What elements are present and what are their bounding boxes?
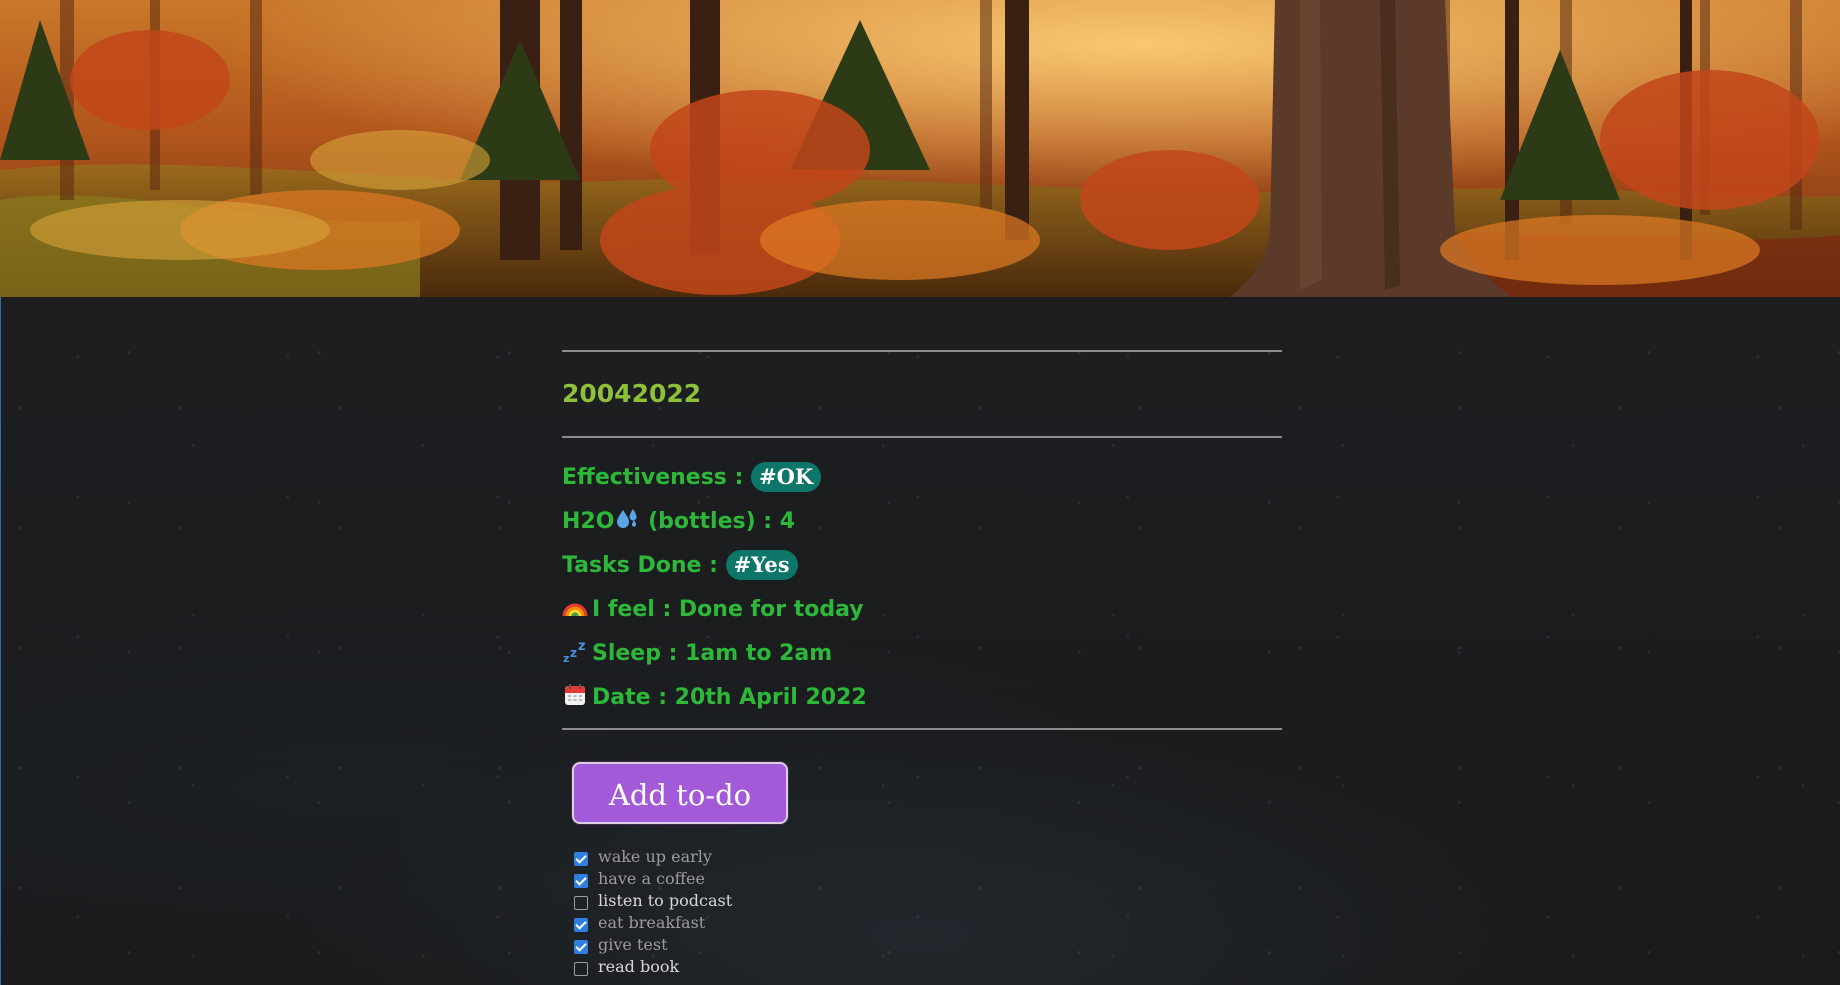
rainbow-icon <box>562 603 588 617</box>
todo-label: read book <box>598 957 680 976</box>
todo-checkbox[interactable] <box>574 852 588 866</box>
todo-item: give test <box>574 934 1282 956</box>
todo-checkbox[interactable] <box>574 896 588 910</box>
divider-bottom <box>562 728 1282 730</box>
property-label: I feel : Done for today <box>592 597 864 622</box>
add-todo-button[interactable]: Add to-do <box>572 762 788 824</box>
svg-text:z: z <box>563 652 569 664</box>
properties-list: Effectiveness : #OK H2O (bottles) : 4 Ta… <box>562 462 1282 712</box>
property-tasks-done: Tasks Done : #Yes <box>562 550 1282 580</box>
todo-checkbox[interactable] <box>574 874 588 888</box>
journal-page: 20042022 Effectiveness : #OK H2O (bottle… <box>0 0 1840 985</box>
todo-label: wake up early <box>598 847 712 866</box>
journal-content: 20042022 Effectiveness : #OK H2O (bottle… <box>562 350 1282 978</box>
todo-item: wake up early <box>574 846 1282 868</box>
todo-label: have a coffee <box>598 869 705 888</box>
todo-label: give test <box>598 935 668 954</box>
todo-item: listen to podcast <box>574 890 1282 912</box>
property-label: Date : 20th April 2022 <box>592 685 867 710</box>
page-title[interactable]: 20042022 <box>562 378 1282 410</box>
property-sleep: z z z Sleep : 1am to 2am <box>562 638 1282 668</box>
todo-label: listen to podcast <box>598 891 733 910</box>
property-label: Tasks Done : <box>562 553 726 578</box>
property-label-prefix: H2O <box>562 509 615 534</box>
property-label: Effectiveness : <box>562 465 752 490</box>
sweat-droplets-icon <box>617 509 637 528</box>
cover-image <box>0 0 1840 297</box>
calendar-icon <box>565 684 585 705</box>
todo-item: have a coffee <box>574 868 1282 890</box>
property-label-suffix: (bottles) : 4 <box>640 509 796 534</box>
zzz-icon: z z z <box>563 639 586 664</box>
property-label: Sleep : 1am to 2am <box>592 641 833 666</box>
property-date: Date : 20th April 2022 <box>562 682 1282 712</box>
property-effectiveness: Effectiveness : #OK <box>562 462 1282 492</box>
tag-ok[interactable]: #OK <box>751 462 822 492</box>
todo-item: eat breakfast <box>574 912 1282 934</box>
property-feel: I feel : Done for today <box>562 594 1282 624</box>
todo-checkbox[interactable] <box>574 918 588 932</box>
svg-text:z: z <box>570 646 577 660</box>
svg-text:z: z <box>578 639 586 654</box>
todo-item: read book <box>574 956 1282 978</box>
todo-checkbox[interactable] <box>574 962 588 976</box>
todo-list: wake up early have a coffee listen to po… <box>574 846 1282 978</box>
todo-checkbox[interactable] <box>574 940 588 954</box>
divider-top <box>562 350 1282 352</box>
divider-title <box>562 436 1282 438</box>
tag-yes[interactable]: #Yes <box>725 550 798 580</box>
property-h2o: H2O (bottles) : 4 <box>562 506 1282 536</box>
todo-label: eat breakfast <box>598 913 706 932</box>
